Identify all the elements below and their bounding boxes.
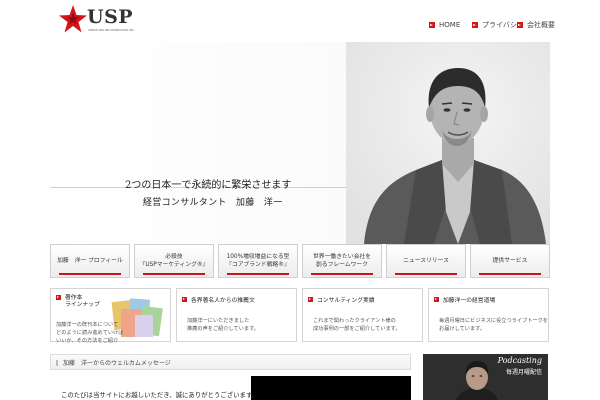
feature-testimonials[interactable]: 各界著名人からの推薦文 加藤洋一にいただきました 推薦の声をご紹介しています。	[176, 288, 297, 342]
feature-books-title-line1: 著作本	[65, 295, 83, 301]
feature-books[interactable]: 著作本 ラインナップ 加藤洋一の既刊本について どのように読み進めていけば いい…	[50, 288, 171, 345]
feature-books-body: 加藤洋一の既刊本について どのように読み進めていけば いいか、その方法をご紹介	[56, 321, 123, 345]
welcome-heading: 加藤 洋一からのウェルカムメッセージ	[63, 360, 171, 367]
feature-testimonials-body: 加藤洋一にいただきました 推薦の声をご紹介しています。	[187, 317, 259, 333]
welcome-message-text: このたびは当サイトにお越しいただき、誠にありがとうございます。	[61, 391, 259, 399]
feature-books-title: 著作本 ラインナップ	[65, 295, 100, 309]
feature-consulting-head: コンサルティング実績	[308, 295, 375, 304]
feature-consulting-body-line2: 成功事例の一部をご紹介しています。	[313, 326, 401, 332]
feature-dojo-head: 加藤洋一の経営道場	[434, 295, 495, 304]
feature-dojo-body-line2: お届けしています。	[439, 326, 486, 332]
red-arrow-square-icon	[429, 22, 435, 28]
menu-framework-button[interactable]: 世界一働きたい会社を 創るフレームワーク	[302, 244, 382, 278]
feature-testimonials-body-line1: 加藤洋一にいただきました	[187, 318, 250, 324]
menu-services-label: 提供サービス	[492, 258, 528, 264]
menu-usp-marketing-button[interactable]: 必殺技 『USPマーケティング®』	[134, 244, 214, 278]
red-arrow-square-icon	[472, 22, 478, 28]
logo-wordmark: USP	[87, 6, 134, 28]
menu-usp-line1: 必殺技	[165, 254, 183, 260]
feature-boxes: 著作本 ラインナップ 加藤洋一の既刊本について どのように読み進めていけば いい…	[50, 288, 550, 344]
nav-home-link[interactable]: HOME	[429, 18, 460, 32]
menu-framework-line1: 世界一働きたい会社を	[313, 254, 371, 260]
welcome-video-player[interactable]	[251, 376, 411, 400]
nav-home-label: HOME	[439, 21, 461, 29]
hero-headline: 2つの日本一で永続的に繁栄させます	[125, 180, 292, 191]
feature-testimonials-title: 各界著名人からの推薦文	[191, 298, 255, 304]
logo-subtitle: UNIQUE SELLING PROPOSITION, INC.	[88, 29, 135, 32]
feature-consulting[interactable]: コンサルティング実績 これまで関わったクライアント様の 成功事例の一部をご紹介し…	[302, 288, 423, 342]
podcast-banner[interactable]: Podcasting 毎週月曜配信	[423, 354, 548, 400]
red-arrow-square-icon	[517, 22, 523, 28]
menu-news-button[interactable]: ニュースリリース	[386, 244, 466, 278]
menu-profile-button[interactable]: 加藤 洋一 プロフィール	[50, 244, 130, 278]
feature-books-body-line1: 加藤洋一の既刊本について	[56, 322, 119, 328]
feature-dojo[interactable]: 加藤洋一の経営道場 毎週月曜日にビジネスに役立つライブトークを お届けしています…	[428, 288, 549, 342]
star-logo-icon	[59, 5, 87, 33]
feature-consulting-body-line1: これまで関わったクライアント様の	[313, 318, 396, 324]
nav-company-label: 会社概要	[527, 21, 555, 29]
feature-testimonials-body-line2: 推薦の声をご紹介しています。	[187, 326, 259, 332]
feature-consulting-title: コンサルティング実績	[317, 298, 375, 304]
site-logo[interactable]: USP UNIQUE SELLING PROPOSITION, INC.	[58, 4, 135, 38]
podcast-host-photo	[455, 361, 499, 400]
menu-usp-line2: 『USPマーケティング®』	[139, 262, 209, 268]
feature-books-title-line2: ラインナップ	[65, 302, 100, 308]
menu-news-label: ニュースリリース	[403, 258, 449, 264]
hero-banner: 2つの日本一で永続的に繁栄させます 経営コンサルタント 加藤 洋一	[50, 42, 550, 244]
feature-books-head	[56, 295, 65, 300]
feature-dojo-body-line1: 毎週月曜日にビジネスに役立つライブトークを	[439, 318, 548, 324]
red-arrow-square-icon	[56, 295, 61, 300]
red-arrow-square-icon	[182, 297, 187, 302]
podcast-title: Podcasting	[497, 356, 542, 365]
menu-services-button[interactable]: 提供サービス	[470, 244, 550, 278]
menu-core-brand-button[interactable]: 100%増収増益になる型 『コアブランド戦略®』	[218, 244, 298, 278]
podcast-schedule: 毎週月曜配信	[505, 369, 542, 376]
menu-core-line1: 100%増収増益になる型	[226, 254, 290, 260]
red-arrow-square-icon	[308, 297, 313, 302]
nav-company-link[interactable]: 会社概要	[517, 18, 555, 32]
feature-books-body-line3: いいか、その方法をご紹介	[56, 338, 119, 344]
feature-dojo-body: 毎週月曜日にビジネスに役立つライブトークを お届けしています。	[439, 317, 548, 333]
feature-testimonials-head: 各界著名人からの推薦文	[182, 295, 255, 304]
menu-framework-line2: 創るフレームワーク	[316, 262, 368, 268]
menu-core-line2: 『コアブランド戦略®』	[226, 262, 290, 268]
feature-consulting-body: これまで関わったクライアント様の 成功事例の一部をご紹介しています。	[313, 317, 401, 333]
heading-marker-icon	[56, 360, 58, 366]
hero-subline: 経営コンサルタント 加藤 洋一	[143, 198, 283, 208]
main-menu: 加藤 洋一 プロフィール 必殺技 『USPマーケティング®』 100%増収増益に…	[50, 244, 550, 280]
consultant-portrait	[346, 42, 550, 244]
feature-dojo-title: 加藤洋一の経営道場	[443, 298, 496, 304]
red-arrow-square-icon	[434, 297, 439, 302]
menu-profile-label: 加藤 洋一 プロフィール	[57, 258, 123, 264]
welcome-heading-bar: 加藤 洋一からのウェルカムメッセージ	[50, 354, 411, 370]
feature-books-body-line2: どのように読み進めていけば	[56, 330, 124, 336]
